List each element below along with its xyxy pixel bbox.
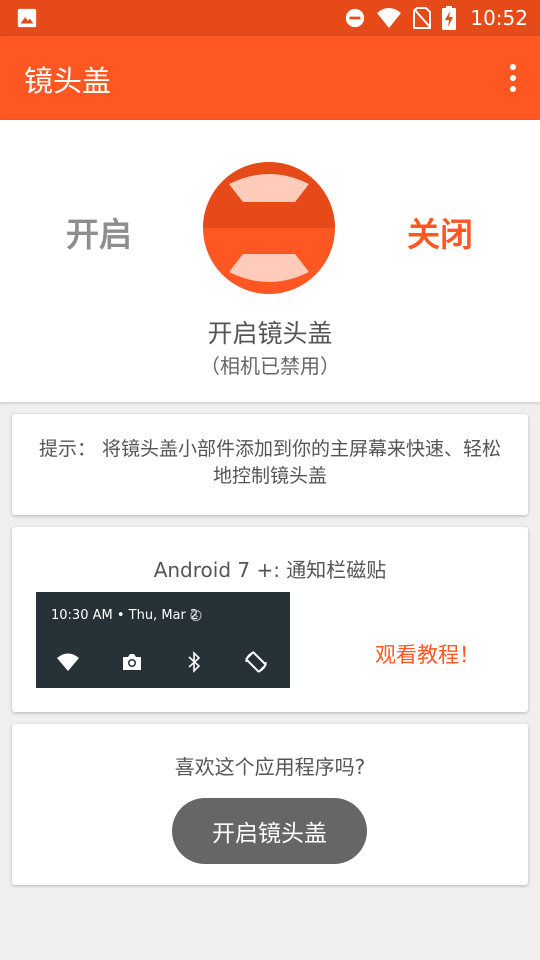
watch-tutorial-link[interactable]: 观看教程！ bbox=[375, 639, 480, 669]
quick-tile-card: Android 7 +: 通知栏磁贴 10:30 AM • Thu, Mar 2… bbox=[12, 527, 528, 712]
lens-status-text: 开启镜头盖 bbox=[207, 319, 333, 348]
do-not-disturb-icon bbox=[346, 8, 365, 28]
alarm-icon bbox=[190, 609, 202, 622]
camera-icon bbox=[123, 654, 141, 670]
enable-lens-cover-button[interactable]: 开启镜头盖 bbox=[172, 798, 367, 864]
lens-status-subtext: （相机已禁用） bbox=[200, 354, 340, 378]
lens-cover-icon[interactable] bbox=[203, 162, 335, 294]
wifi-icon bbox=[377, 8, 402, 28]
app-title: 镜头盖 bbox=[24, 64, 112, 98]
preview-time: 10:30 AM • Thu, Mar 2 bbox=[51, 608, 199, 623]
battery-charging-icon bbox=[442, 6, 457, 30]
tip-text: 提示： 将镜头盖小部件添加到你的主屏幕来快速、轻松地控制镜头盖 bbox=[38, 438, 502, 487]
bluetooth-icon bbox=[188, 651, 201, 673]
status-bar: 10:52 bbox=[0, 0, 540, 36]
like-app-card: 喜欢这个应用程序吗? 开启镜头盖 bbox=[12, 724, 528, 885]
notification-tile-preview: 10:30 AM • Thu, Mar 2 bbox=[36, 592, 290, 688]
turn-off-label[interactable]: 关闭 bbox=[407, 208, 473, 256]
quick-tile-title: Android 7 +: 通知栏磁贴 bbox=[153, 558, 387, 582]
more-vert-icon[interactable] bbox=[508, 64, 518, 94]
auto-rotate-icon bbox=[245, 651, 267, 673]
app-bar: 镜头盖 bbox=[0, 36, 540, 120]
wifi-icon bbox=[57, 653, 79, 671]
no-sim-icon bbox=[413, 7, 432, 29]
clock: 10:52 bbox=[470, 6, 528, 30]
lens-toggle-panel: 开启 关闭 开启镜头盖 （相机已禁用） bbox=[0, 120, 540, 402]
turn-on-label[interactable]: 开启 bbox=[66, 208, 132, 256]
image-icon bbox=[17, 8, 37, 28]
like-question: 喜欢这个应用程序吗? bbox=[174, 755, 366, 779]
tip-card: 提示： 将镜头盖小部件添加到你的主屏幕来快速、轻松地控制镜头盖 bbox=[12, 414, 528, 515]
